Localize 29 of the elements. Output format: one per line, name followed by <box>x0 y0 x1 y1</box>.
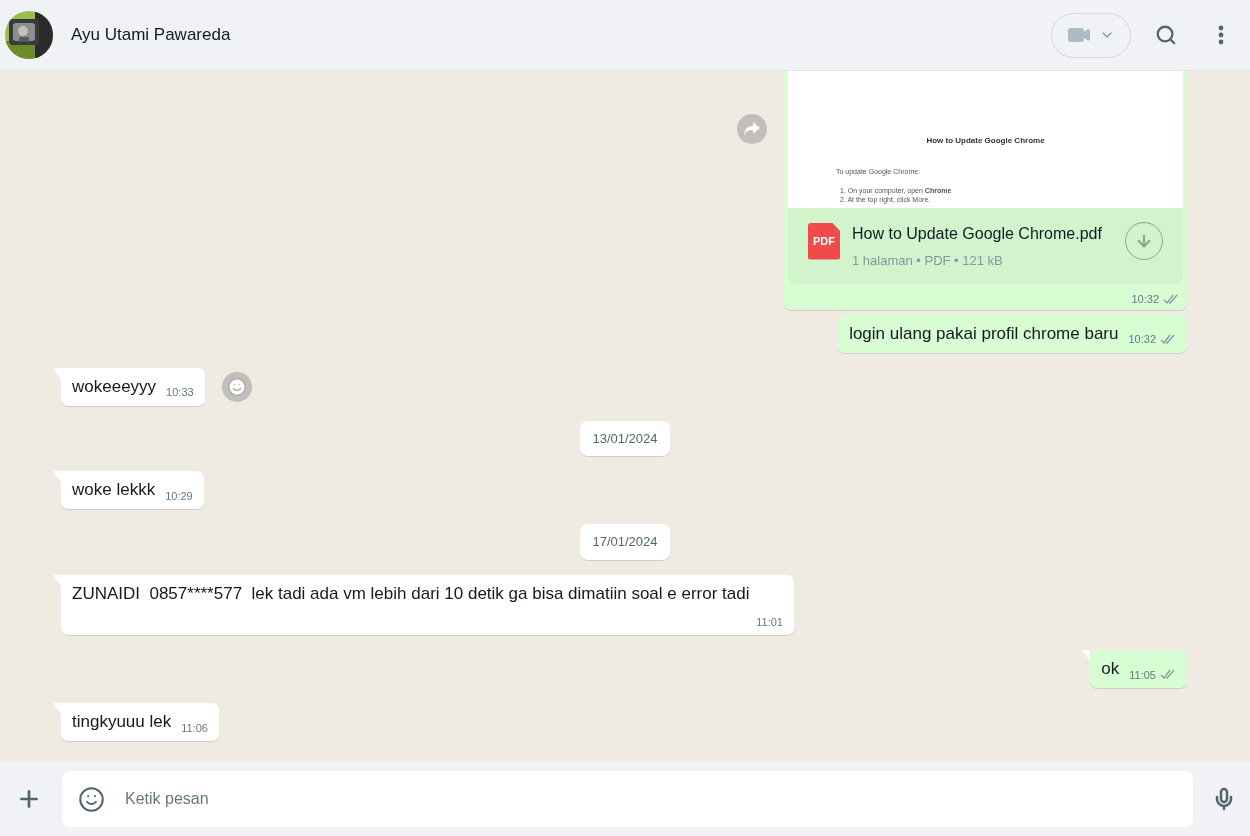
message-time: 10:32 <box>1128 332 1156 347</box>
message-input[interactable]: Ketik pesan <box>125 779 1177 819</box>
forward-icon <box>744 121 760 136</box>
file-name: How to Update Google Chrome.pdf <box>852 223 1103 244</box>
pdf-icon: PDF <box>808 222 840 260</box>
emoji-icon[interactable] <box>78 785 105 813</box>
contact-name[interactable]: Ayu Utami Pawareda <box>71 22 231 48</box>
message-text: woke lekkk <box>72 479 156 501</box>
message-text: tingkyuuu lek <box>72 711 172 733</box>
date-chip: 17/01/2024 <box>580 524 670 560</box>
message-time: 10:29 <box>165 488 193 504</box>
message-text: ok <box>1101 658 1120 680</box>
smiley-icon <box>226 376 247 397</box>
message-time: 10:32 <box>1131 292 1159 307</box>
message-time: 11:06 <box>181 720 208 736</box>
message-time: 11:05 <box>1129 667 1156 683</box>
file-meta: 1 halaman • PDF • 121 kB <box>852 251 1004 270</box>
bubble-tail <box>1082 650 1091 663</box>
message-text: login ulang pakai profil chrome baru <box>849 322 1119 345</box>
message-time: 11:01 <box>756 614 783 630</box>
menu-icon <box>1218 25 1224 45</box>
document-card[interactable]: PDF How to Update Google Chrome.pdf 1 halaman • PDF • 121 kB <box>788 207 1183 284</box>
search-icon <box>1155 24 1177 46</box>
date-chip: 13/01/2024 <box>580 420 670 456</box>
message-field[interactable]: Ketik pesan <box>62 771 1193 827</box>
message-text: wokeeeyyy <box>72 375 157 398</box>
message-text: ZUNAIDI 0857****577 lek tadi ada vm lebih dari 10 detik ga bisa dimatiin soal e error tadi <box>72 582 750 605</box>
message-time: 10:33 <box>166 385 194 400</box>
preview-title: How to Update Google Chrome <box>926 135 1045 147</box>
